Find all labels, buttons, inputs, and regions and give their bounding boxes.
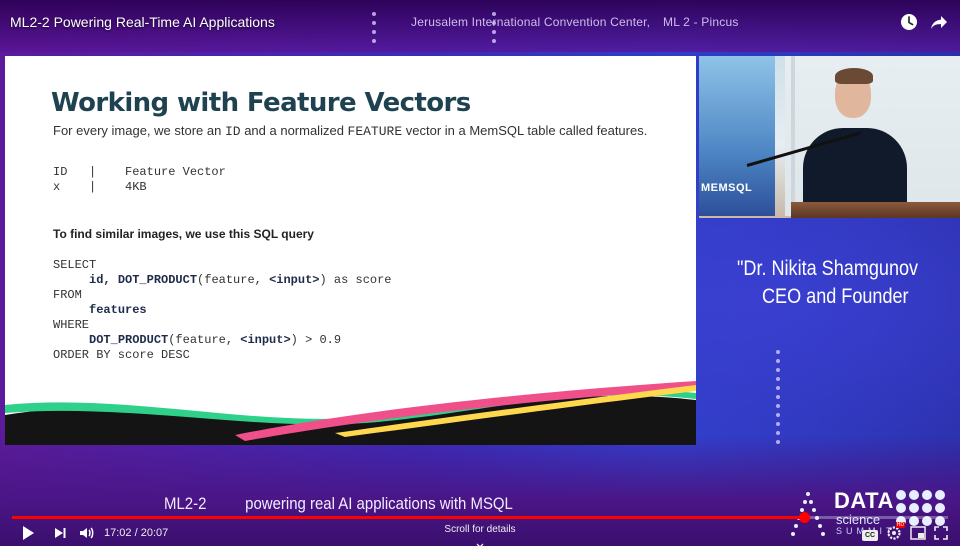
current-time: 17:02 [104, 527, 132, 539]
duration: 20:07 [140, 527, 169, 539]
hd-badge: HD [895, 522, 905, 528]
decor-dots [372, 12, 376, 48]
sql-text: ) as score [319, 273, 392, 287]
intro-text: and a normalized [240, 123, 348, 138]
sql-text: (feature, [197, 273, 270, 287]
venue-text: Jerusalem International Convention Cente… [411, 15, 651, 29]
next-icon [55, 528, 66, 538]
sql-text: ) > 0.9 [290, 333, 342, 347]
speaker-role: CEO and Founder [762, 285, 909, 308]
video-frame[interactable]: Jerusalem International Convention Cente… [0, 0, 960, 546]
sql-line: DOT_PRODUCT(feature, <input>) > 0.9 [53, 333, 392, 348]
sql-line: SELECT [53, 258, 97, 272]
feature-table: ID | Feature Vector x | 4KB [53, 165, 226, 195]
fullscreen-button[interactable] [934, 526, 948, 545]
miniplayer-button[interactable] [910, 526, 926, 545]
table-header: ID | Feature Vector [53, 165, 226, 179]
sql-keyword: <input> [240, 333, 291, 347]
camera-projection-screen: MEMSQL [699, 56, 775, 216]
scroll-for-details[interactable]: Scroll for details [440, 524, 520, 535]
session-title: powering real AI applications with MSQL [245, 494, 513, 513]
session-code: ML2-2 [164, 494, 207, 513]
presentation-slide: Working with Feature Vectors For every i… [5, 56, 696, 445]
video-title[interactable]: ML2-2 Powering Real-Time AI Applications [10, 14, 275, 30]
room-text: ML 2 - Pincus [663, 15, 739, 29]
sql-line: FROM [53, 288, 82, 302]
player-controls: 17:02 / 20:07 Scroll for details CC HD [0, 522, 960, 546]
sql-text: (feature, [168, 333, 241, 347]
sql-keyword: DOT_PRODUCT [89, 333, 169, 347]
fullscreen-icon [934, 526, 948, 540]
logo-dot-grid [896, 490, 945, 526]
right-controls: CC HD [862, 522, 948, 546]
watch-later-icon[interactable] [900, 13, 918, 31]
logo-text-data: DATA [834, 488, 894, 513]
slide-intro: For every image, we store an ID and a no… [53, 122, 653, 140]
intro-code-id: ID [224, 124, 241, 139]
sql-line: ORDER BY score DESC [53, 348, 190, 362]
miniplayer-icon [910, 526, 926, 540]
slide-title: Working with Feature Vectors [51, 88, 471, 118]
speaker-name: "Dr. Nikita Shamgunov [737, 257, 919, 280]
podium [791, 202, 960, 218]
progress-played [12, 516, 804, 519]
chevron-down-icon[interactable] [476, 536, 484, 546]
next-button[interactable] [52, 524, 68, 546]
speaker-camera: MEMSQL [699, 56, 960, 218]
intro-text: For every image, we store an [53, 123, 225, 138]
sql-keyword: features [89, 303, 147, 317]
time-display: 17:02 / 20:07 [104, 527, 168, 539]
volume-icon [80, 527, 94, 539]
decor-dots [776, 350, 780, 449]
cc-icon: CC [862, 530, 878, 541]
sql-query: SELECT id, DOT_PRODUCT(feature, <input>)… [53, 258, 392, 363]
sql-keyword: id, DOT_PRODUCT [89, 273, 198, 287]
time-separator: / [131, 527, 141, 539]
speaker-hair [835, 68, 873, 84]
camera-screen-text: MEMSQL [701, 182, 753, 194]
slide-wave-decoration [5, 381, 696, 445]
sql-line: id, DOT_PRODUCT(feature, <input>) as sco… [53, 273, 392, 288]
settings-button[interactable]: HD [886, 522, 905, 546]
decor-dots [492, 12, 496, 48]
sql-keyword: <input> [269, 273, 320, 287]
sql-line: WHERE [53, 318, 90, 332]
share-icon[interactable] [930, 13, 948, 31]
sql-line: features [53, 303, 392, 318]
intro-code-feature: FEATURE [347, 124, 403, 139]
volume-button[interactable] [78, 524, 96, 546]
progress-bar[interactable] [12, 512, 948, 523]
lower-third: ML2-2 powering real AI applications with … [164, 494, 552, 514]
play-icon [23, 526, 34, 540]
subtitles-button[interactable]: CC [862, 530, 878, 541]
intro-text: vector in a MemSQL table called features… [402, 123, 648, 138]
camera-wall-line [791, 56, 795, 206]
table-row: x | 4KB [53, 180, 147, 194]
query-intro: To find similar images, we use this SQL … [53, 227, 314, 241]
top-actions [900, 13, 948, 31]
play-button[interactable] [20, 524, 36, 546]
